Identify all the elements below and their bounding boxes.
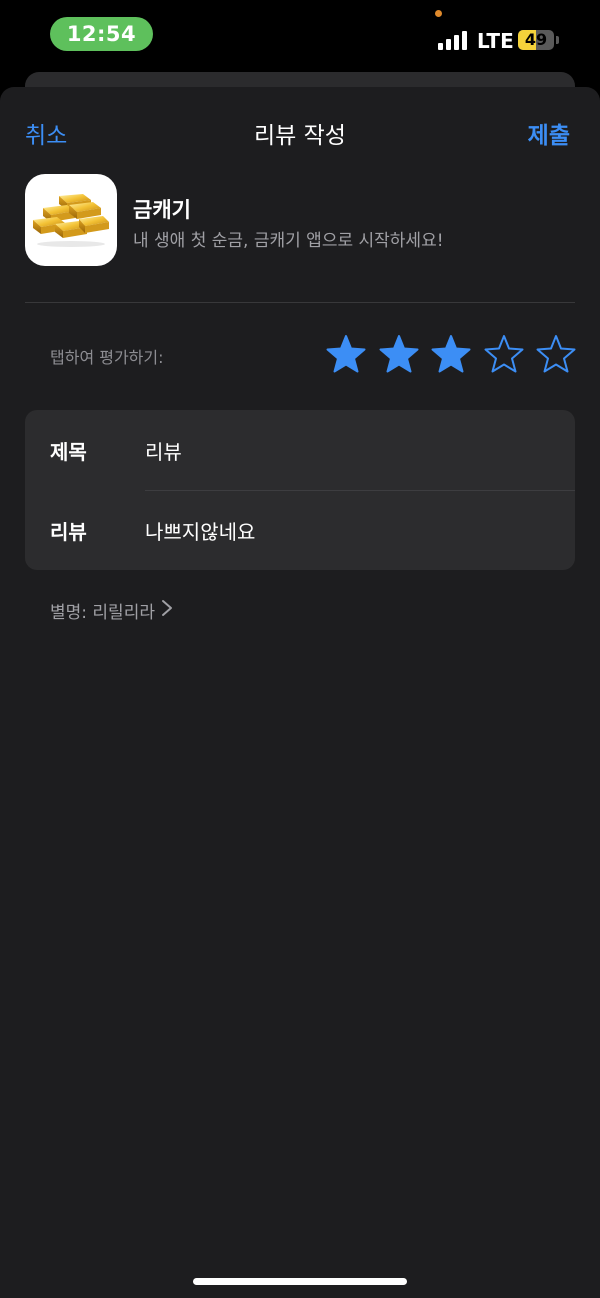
nickname-text: 별명: 리릴리라 [50, 603, 155, 623]
signal-strength-icon [438, 30, 470, 50]
title-label: 제목 [50, 440, 87, 464]
submit-button[interactable]: 제출 [528, 116, 570, 150]
review-field[interactable]: 나쁘지않네요 [145, 516, 255, 545]
nav-bar: 리뷰 작성 취소 제출 [0, 100, 600, 160]
star-filled-icon[interactable] [326, 334, 366, 374]
star-filled-icon[interactable] [431, 334, 471, 374]
battery-level: 49 [524, 30, 548, 49]
star-empty-icon[interactable] [536, 334, 576, 374]
star-empty-icon[interactable] [484, 334, 524, 374]
divider [25, 302, 575, 303]
title-field[interactable]: 리뷰 [145, 436, 182, 465]
time-pill[interactable]: 12:54 [50, 17, 153, 51]
battery-icon: 49 [518, 30, 554, 50]
app-subtitle: 내 생애 첫 순금, 금캐기 앱으로 시작하세요! [133, 231, 444, 251]
cancel-button[interactable]: 취소 [25, 116, 67, 150]
review-label: 리뷰 [50, 520, 87, 544]
write-review-sheet [0, 87, 600, 1298]
network-type: LTE [477, 29, 514, 53]
chevron-right-icon [161, 599, 173, 622]
star-filled-icon[interactable] [379, 334, 419, 374]
page-title: 리뷰 작성 [254, 123, 346, 149]
status-bar: 12:54 LTE 49 [0, 0, 600, 70]
home-indicator[interactable] [193, 1278, 407, 1285]
status-time: 12:54 [66, 22, 137, 46]
rating-label: 탭하여 평가하기: [50, 348, 164, 367]
nickname-link[interactable]: 별명: 리릴리라 [50, 598, 173, 623]
review-form-card: 제목 리뷰 리뷰 나쁘지않네요 [25, 410, 575, 570]
gold-bars-icon [25, 174, 117, 266]
privacy-indicator-dot [435, 10, 442, 17]
battery-cap [556, 36, 559, 44]
star-rating[interactable] [326, 334, 576, 378]
app-name: 금캐기 [133, 198, 191, 222]
card-divider [145, 490, 575, 491]
